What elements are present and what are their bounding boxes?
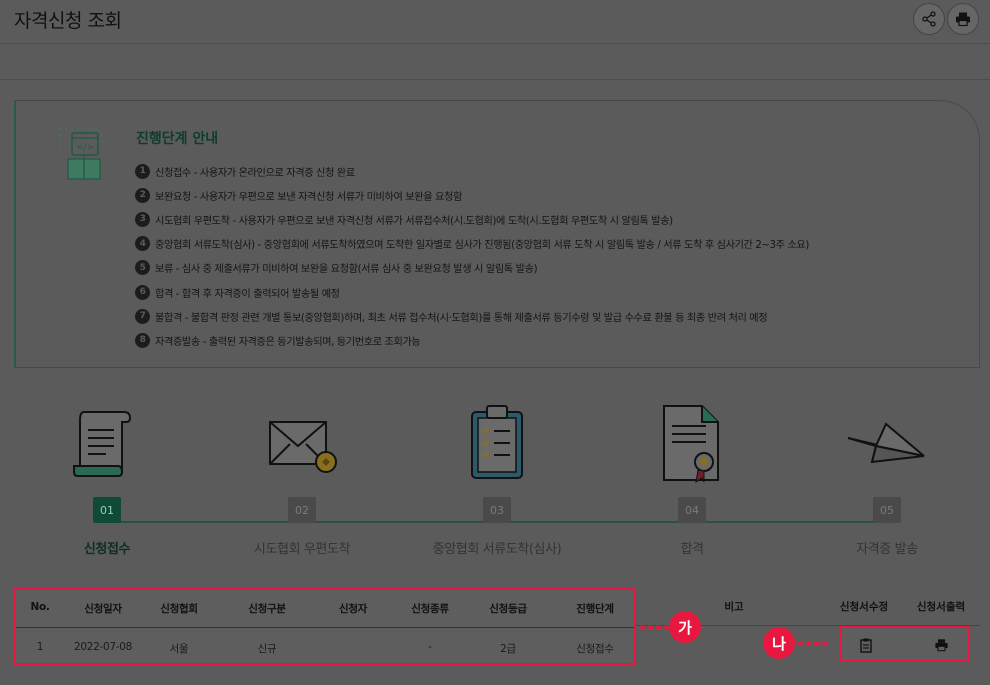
process-step-badge: 01 bbox=[93, 497, 121, 523]
print-button[interactable] bbox=[947, 3, 979, 35]
process-step-label: 시도협회 우편도착 bbox=[253, 542, 351, 557]
paper-plane-icon bbox=[847, 422, 925, 464]
guide-step-text: 신청접수 - 사용자가 온라인으로 자격증 신청 완료 bbox=[155, 167, 355, 179]
table-cell-association: 서울 bbox=[169, 643, 189, 655]
process-step-badge: 04 bbox=[678, 497, 706, 523]
step-number-badge: 7 bbox=[135, 308, 150, 324]
guide-step-text: 불합격 - 불합격 판정 관련 개별 통보(중앙협회)하며, 최초 서류 접수처… bbox=[155, 312, 768, 324]
step-number-badge: 8 bbox=[135, 332, 150, 348]
process-step-label: 중앙협회 서류도착(심사) bbox=[432, 542, 562, 557]
table-header-grade: 신청등급 bbox=[489, 603, 527, 615]
table-header-edit: 신청서수정 bbox=[839, 601, 889, 613]
guide-step-text: 보류 - 심사 중 제출서류가 미비하여 보완을 요청함(서류 심사 중 보완요… bbox=[155, 264, 538, 276]
table-cell-date: 2022-07-08 bbox=[73, 641, 133, 653]
share-icon bbox=[922, 11, 936, 27]
step-number-badge: 3 bbox=[135, 211, 150, 227]
code-document-icon: </> bbox=[58, 127, 104, 180]
guide-step-text: 합격 - 합격 후 자격증이 출력되어 발송될 예정 bbox=[155, 288, 340, 300]
guide-step: 2 보완요청 - 사용자가 우편으로 보낸 자격신청 서류가 미비하여 보완을 요… bbox=[135, 183, 809, 207]
guide-step: 1 신청접수 - 사용자가 온라인으로 자격증 신청 완료 bbox=[135, 159, 809, 183]
guide-step: 4 중앙협회 서류도착(심사) - 중앙협회에 서류도착하였으며 도착한 일자별로… bbox=[135, 232, 809, 256]
table-header-applicant: 신청자 bbox=[338, 603, 368, 615]
step-number-badge: 4 bbox=[135, 236, 150, 252]
guide-step-text: 보완요청 - 사용자가 우편으로 보낸 자격신청 서류가 미비하여 보완을 요청… bbox=[155, 191, 462, 203]
table-header-type: 신청구분 bbox=[248, 603, 286, 615]
guide-step: 3 시도협회 우편도착 - 사용자가 우편으로 보낸 자격신청 서류가 서류접수처… bbox=[135, 207, 809, 231]
share-button[interactable] bbox=[913, 3, 945, 35]
process-step-badge: 03 bbox=[483, 497, 511, 523]
clipboard-checklist-icon bbox=[471, 405, 523, 479]
table-cell-grade: 2급 bbox=[500, 643, 516, 655]
callout-badge-b: 나 bbox=[763, 627, 795, 659]
guide-step: 6 합격 - 합격 후 자격증이 출력되어 발송될 예정 bbox=[135, 280, 809, 304]
table-header-association: 신청협회 bbox=[160, 603, 198, 615]
callout-connector bbox=[640, 625, 669, 630]
table-cell-type: 신규 bbox=[257, 643, 277, 655]
table-cell-kind: - bbox=[428, 641, 432, 653]
step-number-badge: 1 bbox=[135, 163, 150, 179]
step-number-badge: 2 bbox=[135, 187, 150, 203]
process-step-label: 합격 bbox=[680, 542, 704, 557]
page-header: 자격신청 조회 bbox=[0, 0, 990, 44]
table-header-stage: 진행단계 bbox=[576, 603, 614, 615]
table-cell-stage: 신청접수 bbox=[576, 643, 614, 655]
scroll-document-icon bbox=[73, 411, 132, 477]
guide-step-list: 1 신청접수 - 사용자가 온라인으로 자격증 신청 완료 2 보완요청 - 사용자… bbox=[135, 159, 809, 353]
sub-header-area bbox=[0, 44, 990, 80]
table-header-note: 비고 bbox=[724, 601, 744, 613]
table-cell-no: 1 bbox=[36, 641, 44, 653]
process-step-label: 신청접수 bbox=[83, 542, 131, 557]
callout-badge-a: 가 bbox=[669, 611, 701, 643]
table-row-divider bbox=[16, 627, 634, 628]
table-header-print: 신청서출력 bbox=[916, 601, 966, 613]
guide-title: 진행단계 안내 bbox=[136, 131, 219, 147]
guide-step: 5 보류 - 심사 중 제출서류가 미비하여 보완을 요청함(서류 심사 중 보완… bbox=[135, 256, 809, 280]
edit-application-button[interactable] bbox=[856, 636, 876, 654]
guide-step-text: 시도협회 우편도착 - 사용자가 우편으로 보낸 자격신청 서류가 서류접수처(… bbox=[155, 215, 673, 227]
table-header-no: No. bbox=[30, 601, 50, 613]
print-icon bbox=[956, 12, 970, 27]
page-title: 자격신청 조회 bbox=[14, 10, 122, 32]
table-header-date: 신청일자 bbox=[84, 603, 122, 615]
guide-step: 8 자격증발송 - 출력된 자격증은 등기발송되며, 등기번호로 조회가능 bbox=[135, 328, 809, 352]
clipboard-icon bbox=[860, 638, 872, 653]
callout-connector bbox=[798, 641, 827, 646]
svg-text:</>: </> bbox=[77, 143, 94, 153]
progress-guide-box: </> 진행단계 안내 1 신청접수 - 사용자가 온라인으로 자격증 신청 완료… bbox=[14, 100, 980, 368]
envelope-seal-icon bbox=[269, 421, 337, 473]
step-number-badge: 6 bbox=[135, 284, 150, 300]
table-header-kind: 신청종류 bbox=[411, 603, 449, 615]
guide-step-text: 자격증발송 - 출력된 자격증은 등기발송되며, 등기번호로 조회가능 bbox=[155, 336, 421, 348]
certificate-icon bbox=[663, 405, 719, 484]
step-number-badge: 5 bbox=[135, 260, 150, 276]
guide-step: 7 불합격 - 불합격 판정 관련 개별 통보(중앙협회)하며, 최초 서류 접수… bbox=[135, 304, 809, 328]
process-step-badge: 02 bbox=[288, 497, 316, 523]
print-icon bbox=[934, 639, 948, 652]
print-application-button[interactable] bbox=[931, 636, 951, 654]
process-step-badge: 05 bbox=[873, 497, 901, 523]
row-actions-box bbox=[840, 626, 970, 662]
process-step-label: 자격증 발송 bbox=[856, 542, 918, 557]
application-table: No. 신청일자 신청협회 신청구분 신청자 신청종류 신청등급 진행단계 1 … bbox=[14, 588, 636, 665]
guide-step-text: 중앙협회 서류도착(심사) - 중앙협회에 서류도착하였으며 도착한 일자별로 … bbox=[155, 240, 809, 252]
